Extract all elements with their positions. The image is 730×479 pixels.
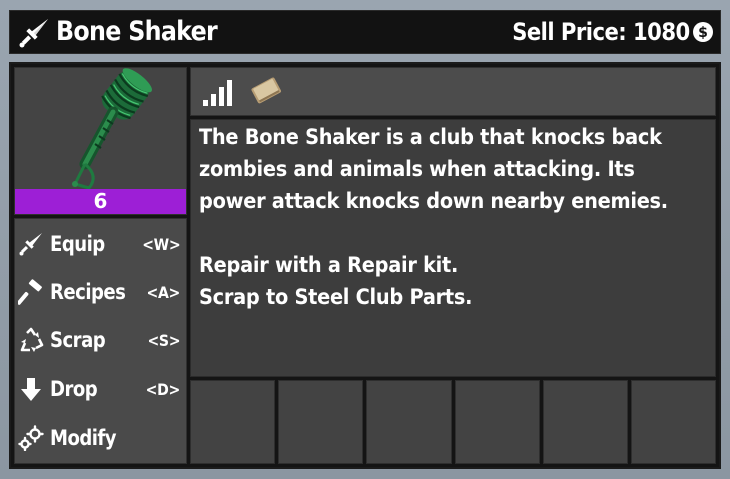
recipes-label: Recipes [50, 280, 126, 304]
description-line: The Bone Shaker is a club that knocks ba… [199, 125, 662, 150]
item-actions-menu: Equip <W> Recipes <A> Scrap <S> Drop <D>… [14, 218, 187, 464]
hammer-icon [18, 279, 42, 305]
drop-label: Drop [50, 377, 98, 401]
quality-tier-signal-icon[interactable] [201, 74, 237, 108]
item-tooltip-window: Bone Shaker Sell Price: 1080 $ 6 Equip <… [0, 0, 730, 479]
bone-shaker-club-icon [72, 68, 152, 190]
modify-button[interactable]: Modify [15, 415, 186, 461]
item-preview: 6 [14, 67, 187, 215]
mod-slot[interactable] [630, 380, 717, 464]
recipes-button[interactable]: Recipes <A> [15, 269, 186, 315]
scrap-label: Scrap [50, 328, 106, 352]
svg-text:$: $ [698, 25, 708, 41]
item-header: Bone Shaker Sell Price: 1080 $ [9, 10, 721, 54]
item-details-panel: 6 Equip <W> Recipes <A> Scrap <S> Drop <… [9, 62, 721, 469]
sell-price-label: Sell Price: 1080 [512, 18, 691, 46]
equip-button[interactable]: Equip <W> [15, 221, 186, 267]
scrap-hotkey: <S> [147, 330, 180, 350]
item-stats-bar [190, 67, 716, 116]
mod-slot[interactable] [278, 380, 364, 464]
recipes-hotkey: <A> [146, 282, 181, 302]
book-icon[interactable] [248, 73, 284, 107]
sell-price: Sell Price: 1080 $ [488, 15, 714, 49]
item-title: Bone Shaker [56, 16, 218, 47]
description-line: zombies and animals when attacking. Its [199, 157, 635, 182]
mod-slot[interactable] [366, 380, 452, 464]
mod-slot[interactable] [542, 380, 628, 464]
drop-button[interactable]: Drop <D> [15, 366, 186, 412]
modify-label: Modify [50, 426, 117, 450]
description-line: power attack knocks down nearby enemies. [199, 189, 668, 214]
scrap-button[interactable]: Scrap <S> [15, 317, 186, 363]
mod-slot[interactable] [454, 380, 540, 464]
description-line: Repair with a Repair kit. [199, 253, 459, 278]
quality-level-bar: 6 [15, 189, 186, 214]
equip-hotkey: <W> [141, 234, 180, 254]
sword-icon [19, 233, 42, 256]
down-arrow-icon [21, 378, 41, 401]
gears-icon [18, 425, 44, 451]
mod-slots [190, 380, 717, 464]
mod-slot[interactable] [190, 380, 276, 464]
melee-weapon-icon [19, 19, 48, 48]
item-description: The Bone Shaker is a club that knocks ba… [190, 119, 716, 377]
dukes-coin-icon: $ [693, 22, 713, 42]
drop-hotkey: <D> [145, 379, 181, 399]
description-line: Scrap to Steel Club Parts. [199, 285, 473, 310]
equip-label: Equip [50, 232, 105, 256]
recycle-icon [20, 327, 44, 352]
